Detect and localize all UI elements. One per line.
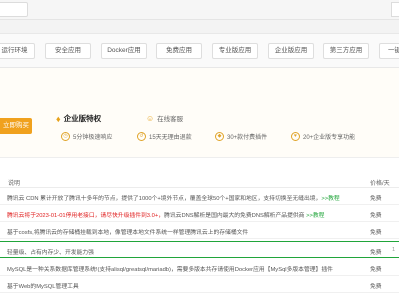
row-price: 免费 [370, 250, 382, 256]
table-header: 说明 价格/天 [0, 175, 399, 188]
tutorial-link[interactable]: >>教程 [321, 196, 339, 202]
tutorial-link[interactable]: >>教程 [306, 213, 324, 219]
table-row[interactable]: 基于Web的MySQL管理工具 免费 [0, 276, 399, 293]
feature-refund: ↺ 15天无理由退款 [137, 132, 192, 141]
table-row[interactable]: 腾讯云 CDN 累计开放了腾讯十多年的节点，提供了1000个+境外节点，覆盖全球… [0, 188, 399, 205]
deprecation-warning: 腾讯云将于2023-01-01停用老接口，请尽快升级插件到3.0+， [7, 213, 165, 219]
online-service-text: 在线客服 [157, 116, 184, 123]
tab-free[interactable]: 免费应用 [156, 43, 202, 59]
table-row-selected[interactable]: 轻量级、占有内存少、开发能力强 免费 1 [0, 241, 399, 258]
clock-icon: ◷ [61, 132, 70, 141]
header-description: 说明 [8, 181, 21, 187]
feature-text: 15天无理由退款 [149, 135, 192, 141]
header-price: 价格/天 [370, 181, 390, 187]
table-row[interactable]: 基于cosfs,将腾讯云的存储桶挂载到本地，像管理本地文件系统一样管理腾讯云上的… [0, 222, 399, 239]
feature-enterprise-exclusive: ♥ 20+企业版专享功能 [291, 132, 355, 141]
tab-enterprise[interactable]: 企业版应用 [268, 43, 314, 59]
buy-now-button[interactable]: 立即购买 [0, 118, 32, 134]
headset-icon: ☺ [146, 113, 155, 123]
refund-icon: ↺ [137, 132, 146, 141]
tab-security[interactable]: 安全应用 [45, 43, 91, 59]
row-price: 免费 [370, 267, 382, 273]
row-description: MySQL是一种关系数据库管理系统!(支持alisql/greatsql/mar… [7, 267, 333, 273]
plugin-table: 说明 价格/天 腾讯云 CDN 累计开放了腾讯十多年的节点，提供了1000个+境… [0, 158, 399, 300]
category-tabs: 运行环境 安全应用 Docker应用 免费应用 专业版应用 企业版应用 第三方应… [0, 33, 399, 68]
table-row[interactable]: 腾讯云将于2023-01-01停用老接口，请尽快升级插件到3.0+，腾讯云DNS… [0, 205, 399, 222]
tab-runtime[interactable]: 运行环境 [0, 43, 35, 59]
tab-third-party[interactable]: 第三方应用 [323, 43, 369, 59]
feature-text: 20+企业版专享功能 [303, 135, 356, 141]
heart-icon: ♥ [291, 132, 300, 141]
row-price: 免费 [370, 230, 382, 236]
diamond-icon: ♦ [56, 113, 61, 124]
row-price: 免费 [370, 284, 382, 290]
row-price: 免费 [370, 196, 382, 202]
feature-fast-response: ◷ 5分钟极速响应 [61, 132, 112, 141]
enterprise-title: ♦ 企业版特权 [56, 113, 101, 124]
row-description: 腾讯云将于2023-01-01停用老接口，请尽快升级插件到3.0+，腾讯云DNS… [7, 213, 325, 219]
tab-docker[interactable]: Docker应用 [101, 43, 147, 59]
enterprise-promo: 立即购买 ♦ 企业版特权 ☺ 在线客服 ◷ 5分钟极速响应 ↺ 15天无理由退款… [0, 68, 399, 158]
online-service-link[interactable]: ☺ 在线客服 [146, 113, 184, 124]
row-price: 免费 [370, 213, 382, 219]
feature-text: 30+款付费插件 [227, 135, 268, 141]
row-description: 腾讯云 CDN 累计开放了腾讯十多年的节点，提供了1000个+境外节点，覆盖全球… [7, 196, 340, 202]
enterprise-title-text: 企业版特权 [63, 114, 102, 123]
plugin-icon: ◆ [215, 132, 224, 141]
feature-paid-plugins: ◆ 30+款付费插件 [215, 132, 267, 141]
row-description: 基于Web的MySQL管理工具 [7, 284, 79, 290]
row-description: 基于cosfs,将腾讯云的存储桶挂载到本地，像管理本地文件系统一样管理腾讯云上的… [7, 230, 249, 236]
toolbar-button-right[interactable] [391, 2, 399, 17]
row-description: 轻量级、占有内存少、开发能力强 [7, 250, 94, 256]
tab-one-click[interactable]: 一键 [379, 43, 399, 59]
feature-text: 5分钟极速响应 [73, 135, 113, 141]
tab-pro[interactable]: 专业版应用 [212, 43, 258, 59]
row-extra: 1 [392, 247, 396, 253]
toolbar-button-left[interactable] [0, 2, 28, 17]
table-row[interactable]: MySQL是一种关系数据库管理系统!(支持alisql/greatsql/mar… [0, 259, 399, 276]
top-toolbar [0, 0, 399, 20]
